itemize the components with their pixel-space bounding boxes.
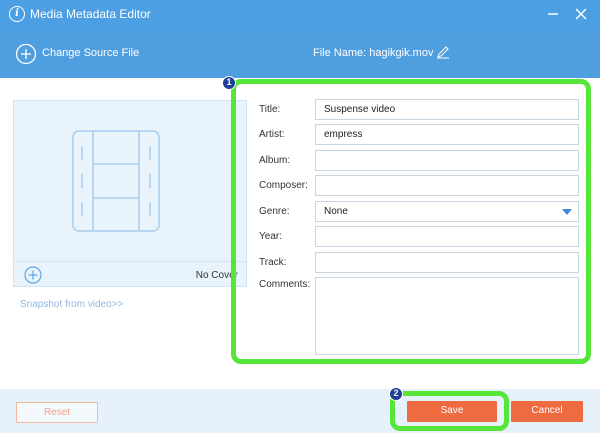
add-circle-icon bbox=[24, 266, 42, 284]
cover-footer: No Cover bbox=[14, 261, 246, 288]
title-label: Title: bbox=[259, 104, 281, 115]
file-name-label: File Name: bbox=[313, 47, 367, 59]
composer-label: Composer: bbox=[259, 180, 308, 191]
title-bar: i Media Metadata Editor bbox=[0, 0, 600, 30]
add-circle-icon bbox=[15, 43, 37, 65]
title-input[interactable] bbox=[315, 99, 579, 120]
save-highlight bbox=[390, 391, 509, 431]
minimize-icon bbox=[548, 13, 558, 15]
genre-label: Genre: bbox=[259, 206, 290, 217]
year-label: Year: bbox=[259, 231, 282, 242]
close-button[interactable] bbox=[570, 4, 592, 24]
footer: Reset Save Cancel bbox=[0, 389, 600, 433]
reset-button[interactable]: Reset bbox=[16, 402, 98, 423]
window-title: Media Metadata Editor bbox=[30, 7, 151, 21]
genre-value: None bbox=[324, 206, 348, 217]
genre-select[interactable]: None bbox=[315, 201, 579, 222]
file-name-value: hagikgik.mov bbox=[369, 47, 434, 59]
snapshot-link[interactable]: Snapshot from video>> bbox=[20, 299, 123, 310]
add-cover-button[interactable] bbox=[24, 266, 42, 284]
year-input[interactable] bbox=[315, 226, 579, 247]
rename-button[interactable] bbox=[436, 45, 450, 59]
album-input[interactable] bbox=[315, 150, 579, 171]
composer-input[interactable] bbox=[315, 175, 579, 196]
cover-panel: No Cover bbox=[13, 100, 247, 287]
pencil-icon bbox=[437, 46, 449, 59]
change-source-button[interactable] bbox=[15, 43, 37, 65]
annotation-badge-2: 2 bbox=[389, 387, 403, 401]
annotation-badge-1: 1 bbox=[222, 76, 236, 90]
dropdown-arrow-icon bbox=[562, 209, 572, 215]
track-label: Track: bbox=[259, 257, 287, 268]
album-label: Album: bbox=[259, 155, 291, 166]
info-icon: i bbox=[9, 6, 25, 22]
toolbar: Change Source File File Name: hagikgik.m… bbox=[0, 30, 600, 78]
close-icon bbox=[575, 8, 587, 20]
track-input[interactable] bbox=[315, 252, 579, 273]
comments-input[interactable] bbox=[315, 277, 579, 355]
change-source-label[interactable]: Change Source File bbox=[42, 47, 139, 59]
artist-input[interactable] bbox=[315, 124, 579, 145]
minimize-button[interactable] bbox=[542, 4, 564, 24]
cancel-button[interactable]: Cancel bbox=[511, 401, 583, 422]
artist-label: Artist: bbox=[259, 129, 285, 140]
comments-label: Comments: bbox=[259, 279, 311, 290]
film-icon bbox=[72, 130, 160, 232]
file-name: File Name: hagikgik.mov bbox=[313, 47, 433, 59]
